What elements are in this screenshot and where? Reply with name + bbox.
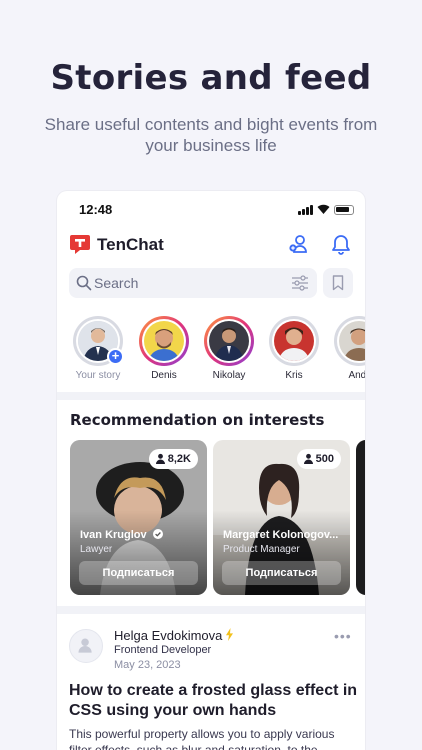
search-icon bbox=[76, 275, 92, 291]
section-divider bbox=[57, 392, 365, 400]
hero-subtitle: Share useful contents and bight events f… bbox=[44, 115, 378, 155]
lightning-icon bbox=[226, 628, 233, 641]
bookmark-icon bbox=[332, 275, 344, 291]
story-ring bbox=[334, 316, 365, 366]
story-name: Your story bbox=[75, 370, 121, 381]
add-story-icon[interactable]: + bbox=[107, 348, 124, 365]
signal-icon bbox=[298, 205, 314, 215]
subscribe-button[interactable]: Подписаться bbox=[79, 561, 198, 585]
avatar bbox=[144, 321, 184, 361]
subscribe-button[interactable]: Подписаться bbox=[222, 561, 341, 585]
card-role: Lawyer bbox=[80, 544, 113, 555]
avatar bbox=[339, 321, 365, 361]
story-name: Andr bbox=[348, 370, 365, 381]
post-date: May 23, 2023 bbox=[114, 659, 181, 671]
feed-post[interactable]: Helga Evdokimova Frontend Developer May … bbox=[57, 616, 365, 750]
card-name: Margaret Kolonogov... bbox=[223, 529, 339, 541]
wifi-icon bbox=[317, 204, 330, 214]
section-divider bbox=[57, 606, 365, 614]
story-ring bbox=[139, 316, 189, 366]
status-time: 12:48 bbox=[79, 202, 113, 217]
status-bar: 12:48 bbox=[57, 191, 365, 227]
filter-icon[interactable] bbox=[291, 275, 309, 291]
author-name[interactable]: Helga Evdokimova bbox=[114, 628, 222, 643]
story-name: Nikolay bbox=[212, 370, 246, 381]
battery-icon bbox=[334, 205, 354, 215]
followers-badge: 8,2K bbox=[148, 449, 198, 469]
card-name: Ivan Kruglov bbox=[80, 529, 163, 541]
bookmark-button[interactable] bbox=[323, 268, 353, 298]
recommendation-card[interactable]: 8,2K Ivan Kruglov Lawyer Подписаться bbox=[70, 440, 207, 595]
more-options-icon[interactable]: ••• bbox=[334, 628, 352, 644]
card-role: Product Manager bbox=[223, 544, 300, 555]
recommendation-card-peek[interactable] bbox=[356, 440, 365, 595]
story-name: Kris bbox=[285, 370, 303, 381]
search-input[interactable]: Search bbox=[69, 268, 317, 298]
stories-row: + Your story Denis Nikolay Kris And bbox=[57, 314, 365, 384]
person-icon bbox=[155, 453, 165, 464]
app-header: TenChat bbox=[57, 231, 365, 261]
followers-badge: 500 bbox=[296, 449, 341, 469]
search-placeholder: Search bbox=[94, 275, 139, 291]
hero-title: Stories and feed bbox=[50, 58, 372, 98]
post-body: This powerful property allows you to app… bbox=[69, 727, 335, 750]
author-avatar[interactable] bbox=[69, 629, 103, 663]
user-placeholder-icon bbox=[78, 638, 92, 653]
avatar bbox=[209, 321, 249, 361]
recommendation-card[interactable]: 500 Margaret Kolonogov... Product Manage… bbox=[213, 440, 350, 595]
person-icon bbox=[303, 453, 313, 464]
post-title[interactable]: How to create a frosted glass effect in … bbox=[69, 681, 359, 721]
story-ring bbox=[269, 316, 319, 366]
story-ring bbox=[204, 316, 254, 366]
app-brand: TenChat bbox=[97, 235, 164, 254]
story-name: Denis bbox=[151, 370, 177, 381]
tenchat-logo bbox=[70, 235, 90, 254]
avatar bbox=[274, 321, 314, 361]
bell-icon[interactable] bbox=[330, 233, 352, 255]
recommendations-title: Recommendation on interests bbox=[70, 411, 325, 429]
author-role: Frontend Developer bbox=[114, 644, 212, 656]
add-contact-icon[interactable] bbox=[288, 233, 310, 255]
phone-screen: 12:48 TenChat Search + Your story Denis … bbox=[57, 191, 365, 750]
verified-icon bbox=[152, 529, 163, 539]
